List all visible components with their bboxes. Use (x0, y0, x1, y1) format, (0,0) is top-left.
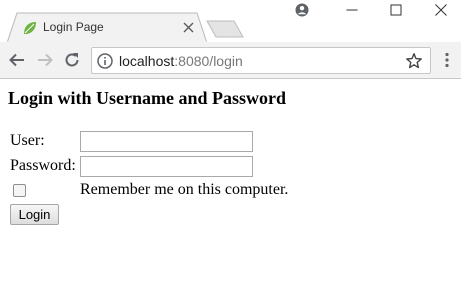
password-field[interactable] (80, 156, 253, 177)
person-icon (295, 3, 309, 17)
close-icon[interactable] (182, 21, 195, 34)
leaf-icon (24, 22, 36, 34)
tab-title: Login Page (43, 20, 104, 34)
browser-titlebar: Login Page (0, 0, 461, 43)
arrow-right-icon[interactable] (36, 51, 54, 69)
password-label: Password: (10, 157, 76, 174)
star-icon[interactable] (405, 52, 423, 70)
remember-me-label: Remember me on this computer. (80, 181, 289, 198)
login-button[interactable]: Login (10, 204, 59, 225)
user-label: User: (10, 132, 45, 149)
close-icon (435, 4, 447, 16)
page-title: Login with Username and Password (8, 88, 287, 108)
minimize-button[interactable] (329, 0, 375, 20)
maximize-button[interactable] (373, 0, 419, 20)
window-close-button[interactable] (418, 0, 461, 20)
arrow-left-icon[interactable] (8, 51, 26, 69)
reload-icon[interactable] (63, 51, 81, 69)
maximize-icon (390, 4, 402, 16)
browser-tab[interactable]: Login Page (7, 12, 207, 43)
browser-toolbar: localhost:8080/login (0, 42, 461, 79)
remember-me-checkbox[interactable] (13, 184, 26, 197)
url-path: :8080/login (174, 53, 243, 69)
address-bar[interactable]: localhost:8080/login (91, 47, 431, 74)
page-content: Login with Username and Password User: P… (0, 80, 461, 306)
new-tab-button[interactable] (206, 20, 244, 38)
username-field[interactable] (80, 131, 253, 152)
info-icon[interactable] (97, 53, 113, 69)
url-host: localhost (119, 53, 175, 69)
url-text[interactable]: localhost:8080/login (119, 53, 243, 69)
kebab-menu-icon[interactable] (441, 51, 453, 69)
minimize-icon (346, 9, 358, 11)
profile-button[interactable] (280, 0, 324, 20)
